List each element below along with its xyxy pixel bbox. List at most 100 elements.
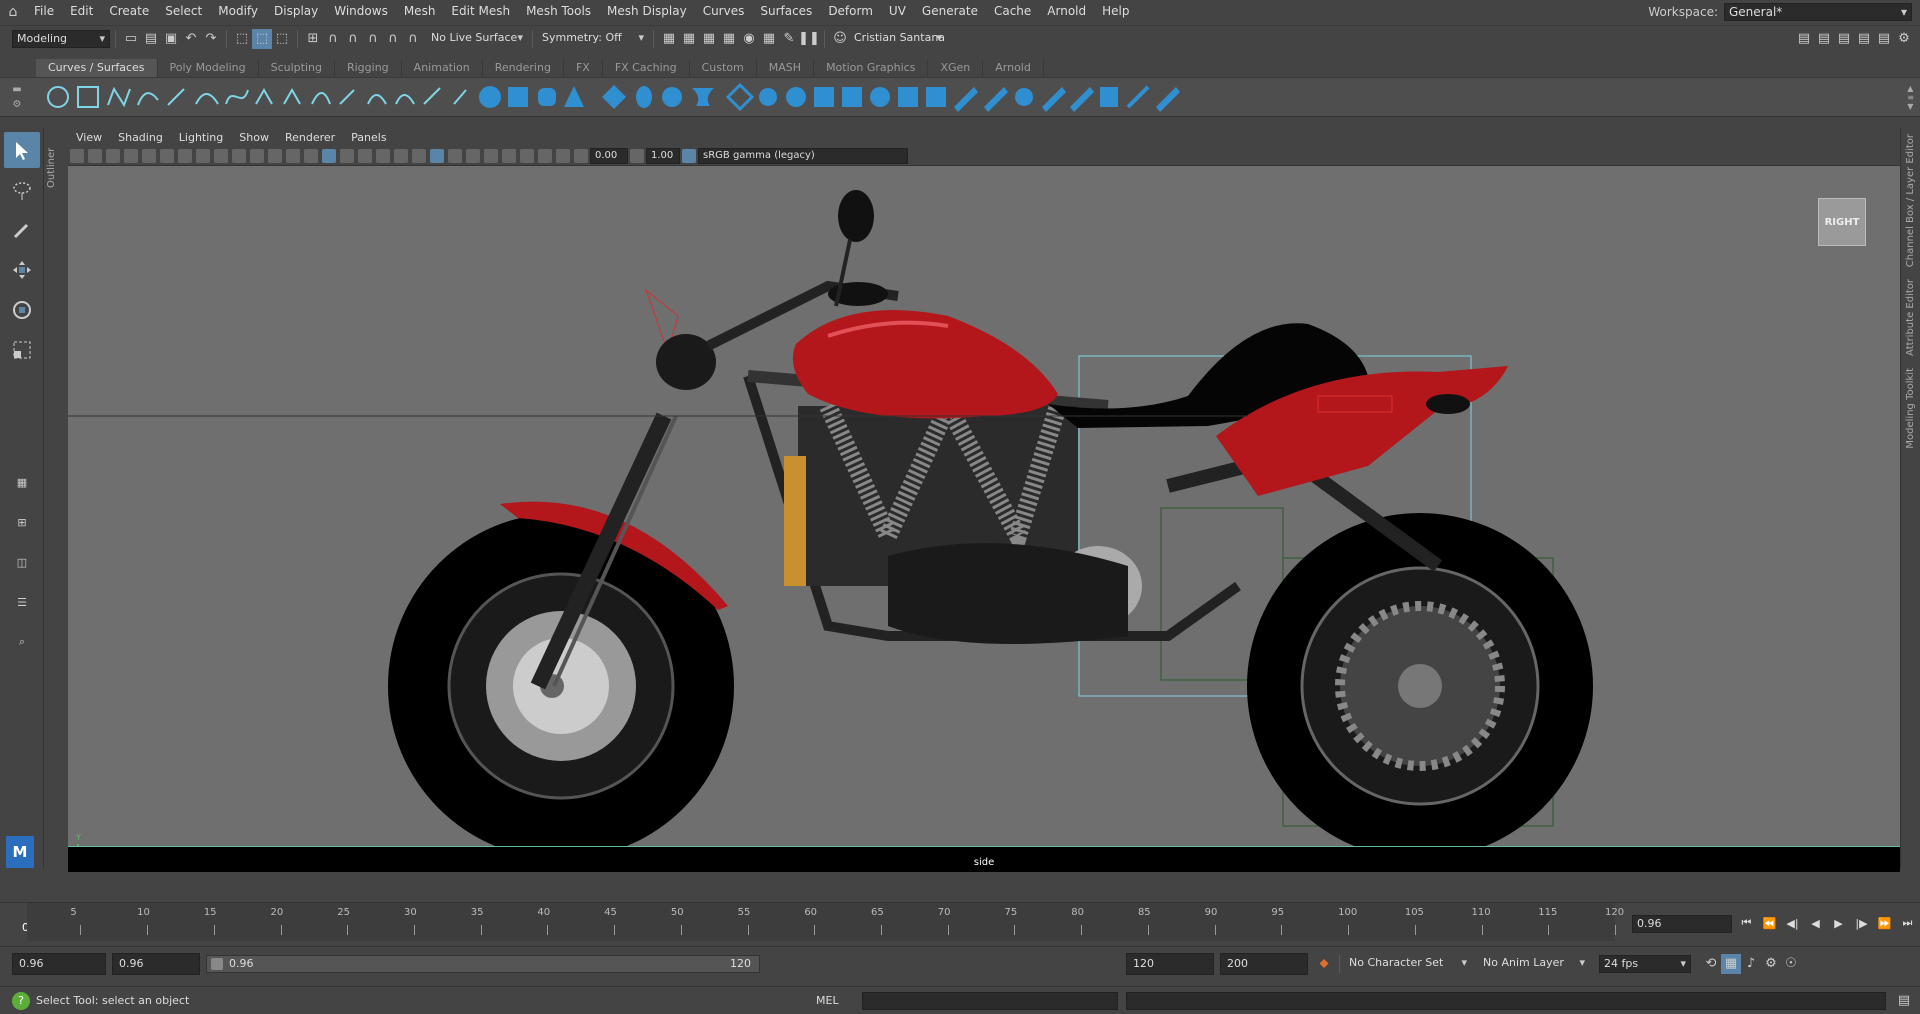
shelf-tab-fx-caching[interactable]: FX Caching bbox=[603, 59, 690, 77]
shelf-tab-fx[interactable]: FX bbox=[564, 59, 603, 77]
step-forward-frame-icon[interactable]: |▶ bbox=[1851, 913, 1872, 933]
revolve-icon[interactable] bbox=[662, 87, 682, 107]
menu-select[interactable]: Select bbox=[157, 0, 210, 23]
scale-tool-icon[interactable] bbox=[4, 332, 40, 368]
channel-box-toggle-icon[interactable]: ▤ bbox=[1854, 29, 1874, 49]
trim-icon[interactable] bbox=[954, 87, 978, 112]
bevel-plus-icon[interactable] bbox=[786, 87, 806, 107]
bookmark-icon[interactable] bbox=[106, 148, 120, 163]
insert-knot-icon[interactable] bbox=[311, 92, 331, 105]
menu-mesh-tools[interactable]: Mesh Tools bbox=[518, 0, 599, 23]
resolution-gate-icon[interactable] bbox=[214, 148, 228, 163]
shelf-tab-custom[interactable]: Custom bbox=[690, 59, 757, 77]
menu-deform[interactable]: Deform bbox=[820, 0, 881, 23]
nurbs-torus-icon[interactable] bbox=[636, 86, 652, 108]
color-management-icon[interactable] bbox=[682, 148, 696, 163]
intersect-icon[interactable] bbox=[926, 87, 946, 107]
panel-menu-lighting[interactable]: Lighting bbox=[171, 131, 231, 144]
single-perspective-layout-icon[interactable]: ▦ bbox=[4, 464, 40, 500]
select-tool-icon[interactable] bbox=[4, 132, 40, 168]
panel-menu-panels[interactable]: Panels bbox=[343, 131, 394, 144]
two-view-layout-icon[interactable]: ◫ bbox=[4, 544, 40, 580]
anti-aliasing-icon[interactable] bbox=[466, 148, 480, 163]
menu-cache[interactable]: Cache bbox=[986, 0, 1039, 23]
go-to-start-icon[interactable]: ⏮ bbox=[1736, 913, 1757, 933]
safe-title-icon[interactable] bbox=[286, 148, 300, 163]
select-hierarchy-icon[interactable]: ⬚ bbox=[232, 29, 252, 49]
user-account-dropdown[interactable]: Cristian Santana bbox=[850, 29, 946, 48]
four-view-layout-icon[interactable]: ⊞ bbox=[4, 504, 40, 540]
select-object-icon[interactable]: ⬚ bbox=[252, 28, 272, 49]
open-close-icon[interactable] bbox=[1100, 87, 1118, 107]
current-frame-field[interactable]: 0.96 bbox=[1632, 915, 1732, 933]
play-forward-icon[interactable]: ▶ bbox=[1828, 913, 1849, 933]
search-icon[interactable]: ⌕ bbox=[4, 624, 40, 660]
play-backward-icon[interactable]: ◀ bbox=[1805, 913, 1826, 933]
panel-menu-renderer[interactable]: Renderer bbox=[277, 131, 343, 144]
pencil-curve-icon[interactable] bbox=[167, 88, 185, 106]
panel-menu-shading[interactable]: Shading bbox=[110, 131, 171, 144]
shelf-tab-rigging[interactable]: Rigging bbox=[335, 59, 402, 77]
shelf-tab-rendering[interactable]: Rendering bbox=[483, 59, 564, 77]
mel-label[interactable]: MEL bbox=[816, 994, 862, 1007]
camera-attributes-icon[interactable] bbox=[88, 148, 102, 163]
xray-icon[interactable] bbox=[520, 148, 534, 163]
shelf-tab-curves-surfaces[interactable]: Curves / Surfaces bbox=[36, 59, 158, 77]
make-live-icon[interactable]: ∩ bbox=[403, 29, 423, 49]
menu-curves[interactable]: Curves bbox=[695, 0, 753, 23]
playback-start-field[interactable]: 0.96 bbox=[112, 952, 200, 975]
open-scene-icon[interactable]: ▤ bbox=[141, 29, 161, 49]
gamma-field[interactable]: 1.00 bbox=[646, 147, 680, 164]
snap-point-icon[interactable]: ∩ bbox=[343, 29, 363, 49]
sculpt-icon[interactable] bbox=[1126, 85, 1150, 109]
render-sequence-icon[interactable]: ✎ bbox=[779, 29, 799, 49]
arnold-render-icon[interactable]: ▦ bbox=[759, 29, 779, 49]
scroll-menu-icon[interactable]: ≡ bbox=[1907, 93, 1914, 102]
side-tab-modeling-toolkit[interactable]: Modeling Toolkit bbox=[1905, 362, 1916, 455]
align-surfaces-icon[interactable] bbox=[1070, 87, 1094, 112]
wireframe-on-shaded-icon[interactable] bbox=[358, 148, 372, 163]
curve-edit-icon[interactable] bbox=[453, 89, 467, 105]
undo-icon[interactable]: ↶ bbox=[181, 29, 201, 49]
exposure-field[interactable]: 0.00 bbox=[590, 147, 628, 164]
2d-pan-zoom-icon[interactable] bbox=[142, 148, 156, 163]
menu-arnold[interactable]: Arnold bbox=[1039, 0, 1094, 23]
panel-menu-show[interactable]: Show bbox=[231, 131, 277, 144]
render-view-icon[interactable]: ▦ bbox=[679, 29, 699, 49]
go-to-end-icon[interactable]: ⏭ bbox=[1897, 913, 1918, 933]
loop-icon[interactable]: ⟲ bbox=[1701, 954, 1721, 974]
step-back-frame-icon[interactable]: ◀| bbox=[1782, 913, 1803, 933]
auto-key-icon[interactable]: ⬥ bbox=[1314, 954, 1334, 974]
ghost-icon[interactable]: ☉ bbox=[1781, 954, 1801, 974]
rebuild-curve-icon[interactable] bbox=[395, 94, 415, 105]
rotate-tool-icon[interactable] bbox=[4, 292, 40, 328]
use-lights-icon[interactable] bbox=[394, 148, 408, 163]
save-scene-icon[interactable]: ▣ bbox=[161, 29, 181, 49]
sound-icon[interactable]: ♪ bbox=[1741, 954, 1761, 974]
menu-file[interactable]: File bbox=[26, 0, 62, 23]
motion-blur-icon[interactable] bbox=[448, 148, 462, 163]
new-scene-icon[interactable]: ▭ bbox=[121, 29, 141, 49]
extrude-icon[interactable] bbox=[759, 88, 777, 106]
arc-icon[interactable] bbox=[195, 93, 219, 105]
depth-of-field-icon[interactable] bbox=[484, 148, 498, 163]
layer-editor-toggle-icon[interactable]: ▤ bbox=[1874, 29, 1894, 49]
menu-create[interactable]: Create bbox=[101, 0, 157, 23]
menu-help[interactable]: Help bbox=[1094, 0, 1137, 23]
project-curve-icon[interactable] bbox=[898, 87, 918, 107]
viewcube[interactable]: RIGHT bbox=[1818, 198, 1866, 246]
home-icon[interactable]: ⌂ bbox=[0, 0, 26, 23]
menu-surfaces[interactable]: Surfaces bbox=[752, 0, 820, 23]
surface-edit-icon[interactable] bbox=[1156, 87, 1180, 112]
menu-generate[interactable]: Generate bbox=[914, 0, 986, 23]
menu-uv[interactable]: UV bbox=[881, 0, 914, 23]
wireframe-icon[interactable] bbox=[304, 148, 318, 163]
playback-end-field[interactable]: 120 bbox=[1126, 952, 1214, 975]
nurbs-cylinder-icon[interactable] bbox=[538, 88, 556, 106]
backface-culling-icon[interactable] bbox=[556, 148, 570, 163]
hypershade-icon[interactable]: ◉ bbox=[739, 29, 759, 49]
grid-toggle-icon[interactable] bbox=[178, 148, 192, 163]
symmetry-dropdown[interactable]: Symmetry: Off bbox=[538, 29, 648, 48]
gate-mask-icon[interactable] bbox=[232, 148, 246, 163]
default-material-icon[interactable] bbox=[340, 148, 354, 163]
